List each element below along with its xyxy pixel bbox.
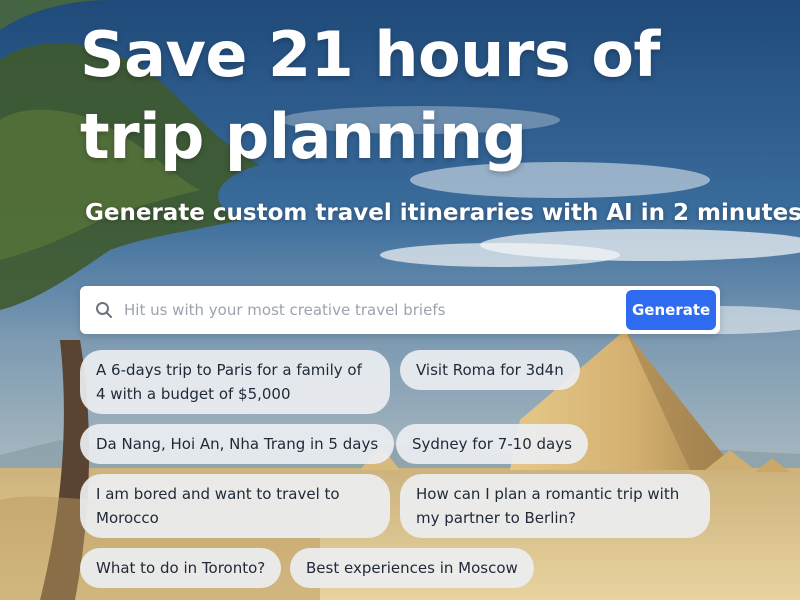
suggestion-chip-roma[interactable]: Visit Roma for 3d4n (400, 350, 580, 390)
suggestion-chip-toronto[interactable]: What to do in Toronto? (80, 548, 282, 588)
suggestion-chip-berlin[interactable]: How can I plan a romantic trip with my p… (400, 474, 710, 538)
search-icon (94, 300, 114, 320)
hero-subtitle: Generate custom travel itineraries with … (85, 200, 800, 226)
suggestion-chip-moscow[interactable]: Best experiences in Moscow (290, 548, 534, 588)
hero-section: Save 21 hours of trip planning Generate … (0, 0, 800, 600)
search-input[interactable] (122, 289, 626, 331)
hero-title: Save 21 hours of trip planning (80, 18, 660, 173)
suggestion-chip-morocco[interactable]: I am bored and want to travel to Morocco (80, 474, 390, 538)
generate-button[interactable]: Generate (626, 290, 716, 330)
search-bar: Generate (80, 286, 720, 334)
suggestion-chip-da-nang[interactable]: Da Nang, Hoi An, Nha Trang in 5 days (80, 424, 395, 464)
suggestion-chip-paris[interactable]: A 6-days trip to Paris for a family of 4… (80, 350, 390, 414)
suggestion-chip-sydney[interactable]: Sydney for 7-10 days (396, 424, 588, 464)
